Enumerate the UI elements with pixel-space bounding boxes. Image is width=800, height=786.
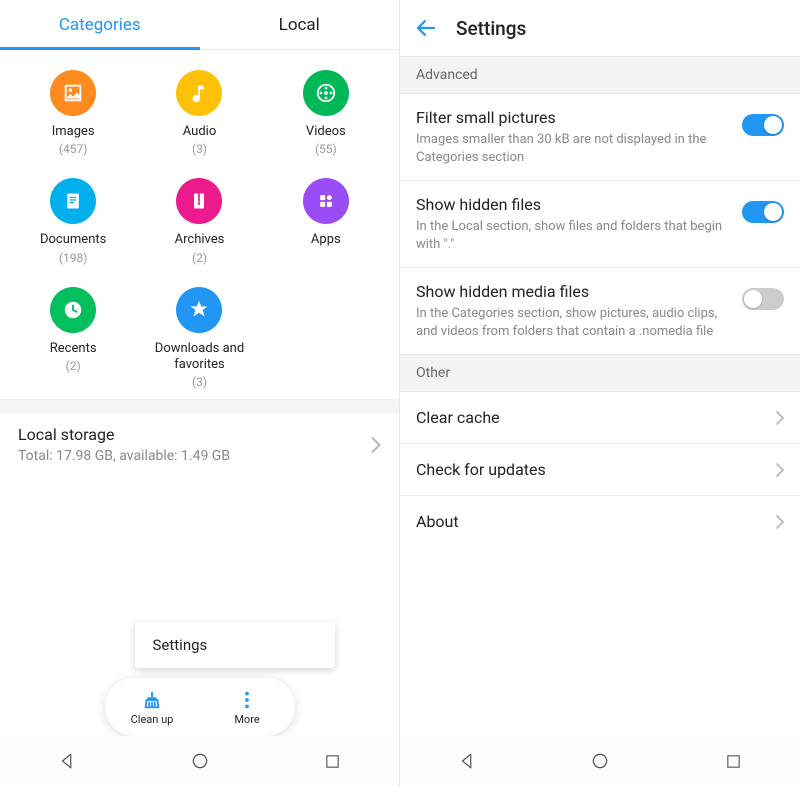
storage-sub: Total: 17.98 GB, available: 1.49 GB (18, 448, 371, 464)
tab-categories[interactable]: Categories (0, 0, 200, 49)
cleanup-icon (141, 689, 163, 711)
bottom-action-bar: Clean up More (105, 678, 295, 736)
audio-icon (176, 70, 222, 116)
section-other-header: Other (400, 354, 800, 392)
setting-label: Check for updates (416, 460, 776, 479)
setting-label: Filter small pictures (416, 108, 732, 127)
category-images[interactable]: Images (457) (10, 70, 136, 156)
chevron-right-icon (776, 411, 784, 425)
category-label: Recents (50, 341, 97, 357)
toggle-filter-small-pictures[interactable] (742, 114, 784, 136)
section-advanced-header: Advanced (400, 56, 800, 94)
recents-icon (50, 287, 96, 333)
settings-header: Settings (400, 0, 800, 56)
setting-show-hidden-files[interactable]: Show hidden files In the Local section, … (400, 181, 800, 268)
nav-home-button[interactable] (189, 750, 211, 772)
category-label: Downloads and favorites (144, 341, 254, 374)
videos-icon (303, 70, 349, 116)
page-title: Settings (456, 17, 526, 40)
category-audio[interactable]: Audio (3) (136, 70, 262, 156)
more-menu-popup: Settings (135, 622, 335, 668)
back-button[interactable] (412, 14, 440, 42)
storage-title: Local storage (18, 425, 371, 444)
cleanup-label: Clean up (131, 713, 174, 726)
cleanup-button[interactable]: Clean up (105, 689, 200, 726)
category-label: Images (52, 124, 95, 140)
category-count: (3) (192, 142, 207, 156)
category-count: (2) (66, 359, 81, 373)
setting-label: Clear cache (416, 408, 776, 427)
category-documents[interactable]: Documents (198) (10, 178, 136, 264)
nav-home-button[interactable] (589, 750, 611, 772)
category-label: Apps (311, 232, 341, 248)
archives-icon (176, 178, 222, 224)
setting-show-hidden-media[interactable]: Show hidden media files In the Categorie… (400, 268, 800, 354)
chevron-right-icon (776, 515, 784, 529)
category-recents[interactable]: Recents (2) (10, 287, 136, 390)
nav-recents-button[interactable] (722, 750, 744, 772)
category-apps[interactable]: Apps (263, 178, 389, 264)
divider (0, 399, 399, 413)
apps-icon (303, 178, 349, 224)
nav-recents-button[interactable] (322, 750, 344, 772)
setting-filter-small-pictures[interactable]: Filter small pictures Images smaller tha… (400, 94, 800, 181)
setting-desc: Images smaller than 30 kB are not displa… (416, 131, 732, 166)
toggle-show-hidden-media[interactable] (742, 288, 784, 310)
category-label: Audio (183, 124, 216, 140)
setting-desc: In the Categories section, show pictures… (416, 305, 732, 340)
category-label: Archives (175, 232, 225, 248)
setting-clear-cache[interactable]: Clear cache (400, 392, 800, 444)
file-manager-screen: Categories Local Images (457) Audio (3) (0, 0, 400, 786)
toggle-show-hidden-files[interactable] (742, 201, 784, 223)
section-advanced: Filter small pictures Images smaller tha… (400, 94, 800, 354)
category-count: (2) (192, 251, 207, 265)
category-label: Videos (306, 124, 346, 140)
setting-label: About (416, 512, 776, 531)
tabs: Categories Local (0, 0, 399, 50)
section-other: Clear cache Check for updates About (400, 392, 800, 547)
nav-back-button[interactable] (56, 750, 78, 772)
documents-icon (50, 178, 96, 224)
android-navbar (400, 736, 800, 786)
setting-label: Show hidden files (416, 195, 732, 214)
menu-item-settings[interactable]: Settings (153, 636, 317, 654)
more-label: More (234, 713, 259, 726)
setting-label: Show hidden media files (416, 282, 732, 301)
categories-grid: Images (457) Audio (3) Videos (55) (0, 50, 399, 399)
chevron-right-icon (371, 437, 381, 453)
more-button[interactable]: More (200, 689, 295, 726)
setting-desc: In the Local section, show files and fol… (416, 218, 732, 253)
setting-about[interactable]: About (400, 496, 800, 547)
category-archives[interactable]: Archives (2) (136, 178, 262, 264)
settings-screen: Settings Advanced Filter small pictures … (400, 0, 800, 786)
nav-back-button[interactable] (456, 750, 478, 772)
setting-check-updates[interactable]: Check for updates (400, 444, 800, 496)
images-icon (50, 70, 96, 116)
category-count: (457) (59, 142, 88, 156)
more-icon (236, 689, 258, 711)
local-storage-row[interactable]: Local storage Total: 17.98 GB, available… (0, 413, 399, 476)
category-count: (198) (59, 251, 88, 265)
category-videos[interactable]: Videos (55) (263, 70, 389, 156)
category-count: (3) (192, 375, 207, 389)
category-downloads[interactable]: Downloads and favorites (3) (136, 287, 262, 390)
chevron-right-icon (776, 463, 784, 477)
tab-local[interactable]: Local (200, 0, 400, 49)
category-count: (55) (315, 142, 337, 156)
android-navbar (0, 736, 399, 786)
category-label: Documents (40, 232, 106, 248)
downloads-icon (176, 287, 222, 333)
